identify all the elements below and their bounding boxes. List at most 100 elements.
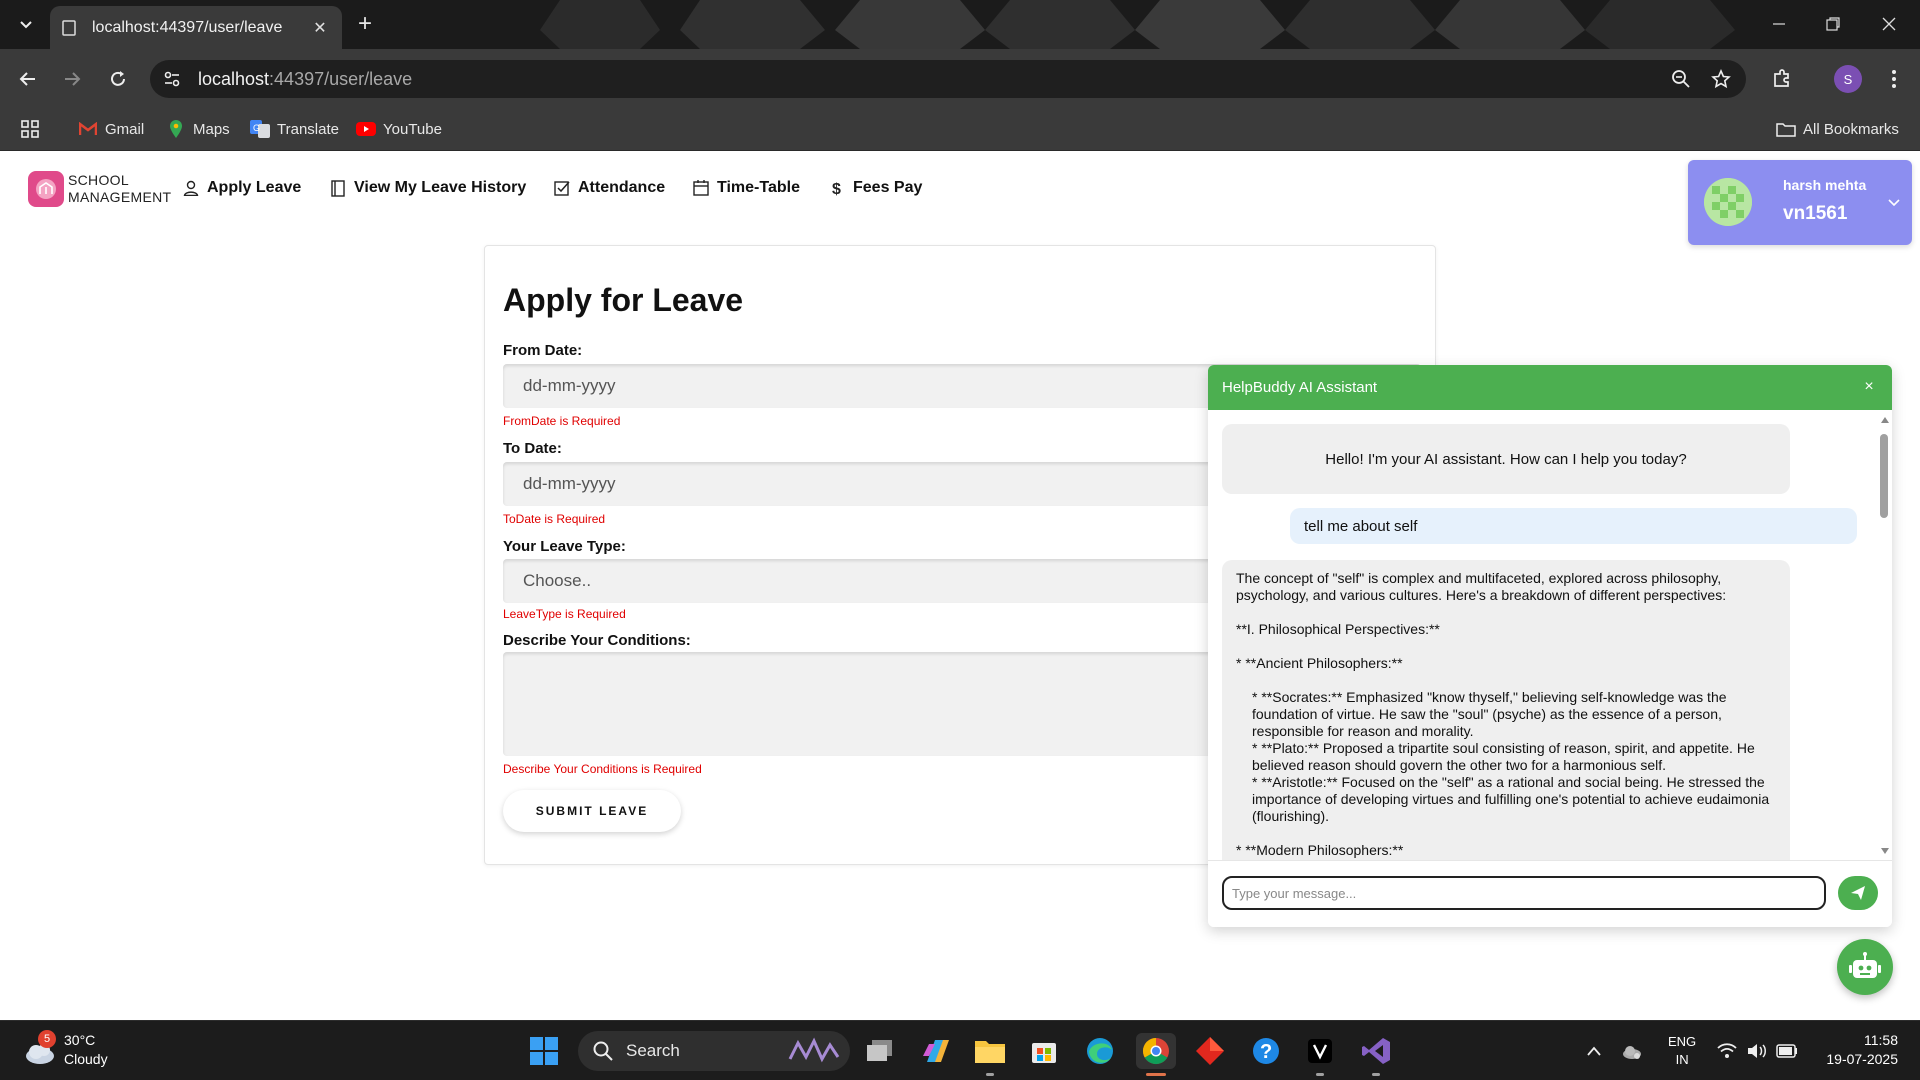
onedrive-cloud-icon[interactable] <box>1618 1033 1646 1069</box>
send-icon[interactable] <box>1838 876 1878 910</box>
school-logo-icon[interactable] <box>28 171 64 207</box>
clock-date: 19-07-2025 <box>1826 1051 1898 1067</box>
bot-message-paragraph: * **Socrates:** Emphasized "know thyself… <box>1252 689 1727 739</box>
copilot-icon[interactable] <box>918 1033 954 1069</box>
chat-close-icon[interactable]: × <box>1860 378 1878 396</box>
bookmarks-bar: Gmail Maps G Translate YouTube All Bookm… <box>0 109 1920 151</box>
all-bookmarks-button[interactable]: All Bookmarks <box>1776 115 1899 143</box>
apps-grid-icon[interactable] <box>20 115 40 143</box>
dollar-icon: $ <box>828 179 846 197</box>
svg-text:$: $ <box>832 181 841 197</box>
back-arrow-icon[interactable] <box>14 65 42 93</box>
battery-icon[interactable] <box>1774 1033 1800 1069</box>
nav-time-table[interactable]: Time-Table <box>692 179 800 197</box>
nav-label: Time-Table <box>717 179 800 196</box>
chat-composer: Type your message... <box>1208 860 1892 927</box>
bookmark-label: Maps <box>193 120 230 138</box>
zoom-icon[interactable] <box>1668 66 1694 92</box>
from-date-label: From Date: <box>503 342 583 359</box>
book-icon <box>329 179 347 197</box>
bookmark-youtube[interactable]: YouTube <box>356 115 442 143</box>
active-indicator <box>1146 1073 1166 1076</box>
weather-temp: 30°C <box>64 1032 96 1048</box>
user-name: harsh mehta <box>1783 177 1867 193</box>
region-code: IN <box>1675 1052 1689 1067</box>
user-profile-card[interactable]: harsh mehta vn1561 <box>1688 160 1912 245</box>
bookmark-label: Gmail <box>105 120 145 138</box>
brand-name[interactable]: SCHOOL MANAGEMENT <box>68 172 171 206</box>
chat-header: HelpBuddy AI Assistant × <box>1208 365 1892 410</box>
avatar <box>1704 178 1752 226</box>
tab-search-dropdown-icon[interactable] <box>12 10 40 38</box>
user-message: tell me about self <box>1290 508 1857 544</box>
tray-overflow-icon[interactable] <box>1582 1033 1606 1069</box>
bot-message-paragraph: * **Modern Philosophers:** <box>1236 842 1404 858</box>
nav-attendance[interactable]: Attendance <box>553 179 665 197</box>
bot-message: The concept of "self" is complex and mul… <box>1222 560 1790 860</box>
restore-icon[interactable] <box>1810 10 1856 38</box>
chat-messages[interactable]: Hello! I'm your AI assistant. How can I … <box>1208 410 1892 860</box>
bookmark-label: YouTube <box>383 120 442 138</box>
nav-fees-pay[interactable]: $ Fees Pay <box>828 179 922 197</box>
forward-arrow-icon[interactable] <box>58 65 86 93</box>
task-view-icon[interactable] <box>862 1033 898 1069</box>
nav-leave-history[interactable]: View My Leave History <box>329 179 526 197</box>
bookmark-star-icon[interactable] <box>1708 66 1734 92</box>
file-explorer-icon[interactable] <box>972 1033 1008 1069</box>
chevron-down-icon[interactable] <box>1886 194 1902 210</box>
microsoft-store-icon[interactable] <box>1026 1033 1062 1069</box>
help-icon[interactable]: ? <box>1248 1033 1284 1069</box>
nav-apply-leave[interactable]: Apply Leave <box>182 179 301 197</box>
running-indicator <box>1316 1073 1324 1076</box>
bookmark-translate[interactable]: G Translate <box>250 115 339 143</box>
chrome-icon[interactable] <box>1136 1033 1176 1069</box>
profile-avatar[interactable]: S <box>1834 65 1862 93</box>
address-bar[interactable]: localhost:44397/user/leave <box>150 60 1746 98</box>
bot-message-paragraph: * **Ancient Philosophers:** <box>1236 655 1403 671</box>
edge-icon[interactable] <box>1082 1033 1118 1069</box>
menu-kebab-icon[interactable] <box>1880 65 1908 93</box>
browser-tab-active[interactable]: localhost:44397/user/leave ✕ <box>50 6 342 49</box>
to-date-label: To Date: <box>503 440 562 457</box>
cloud-icon: 5 <box>22 1030 58 1068</box>
conditions-error: Describe Your Conditions is Required <box>503 762 702 776</box>
terminal-app-icon[interactable] <box>1302 1033 1338 1069</box>
url-text: localhost:44397/user/leave <box>198 68 413 89</box>
page-favicon-icon <box>62 19 78 36</box>
weather-widget[interactable]: 5 30°C Cloudy <box>22 1030 108 1069</box>
app-red-diamond-icon[interactable] <box>1192 1033 1228 1069</box>
all-bookmarks-label: All Bookmarks <box>1803 120 1899 138</box>
bookmark-label: Translate <box>277 120 339 138</box>
chat-scrollbar-thumb[interactable] <box>1880 434 1888 518</box>
tab-title: localhost:44397/user/leave <box>92 18 283 36</box>
taskbar-search[interactable]: Search <box>578 1031 850 1071</box>
minimize-icon[interactable] <box>1756 10 1802 38</box>
visual-studio-icon[interactable] <box>1358 1033 1394 1069</box>
bot-message-paragraph: The concept of "self" is complex and mul… <box>1236 570 1727 603</box>
to-date-error: ToDate is Required <box>503 512 606 526</box>
translate-icon: G <box>250 119 270 139</box>
volume-icon[interactable] <box>1744 1033 1770 1069</box>
windows-start-icon[interactable] <box>526 1033 562 1069</box>
submit-leave-button[interactable]: SUBMIT LEAVE <box>503 790 681 832</box>
bookmark-maps[interactable]: Maps <box>166 115 230 143</box>
nav-label: View My Leave History <box>354 179 527 196</box>
chat-message-input[interactable]: Type your message... <box>1222 876 1826 910</box>
new-tab-button[interactable]: + <box>352 12 378 38</box>
clock-time: 11:58 <box>1864 1032 1898 1048</box>
wifi-icon[interactable] <box>1714 1033 1740 1069</box>
taskbar-search-label: Search <box>626 1041 680 1060</box>
reload-icon[interactable] <box>104 65 132 93</box>
youtube-icon <box>356 119 376 139</box>
bot-message-paragraph: * **Aristotle:** Focused on the "self" a… <box>1252 774 1770 824</box>
input-language[interactable]: ENG IN <box>1668 1033 1696 1069</box>
bookmark-gmail[interactable]: Gmail <box>78 115 144 143</box>
site-info-icon[interactable] <box>158 65 186 93</box>
tab-close-icon[interactable]: ✕ <box>310 18 330 38</box>
chatbot-robot-icon[interactable] <box>1837 939 1893 995</box>
extensions-icon[interactable] <box>1768 65 1796 93</box>
system-clock[interactable]: 11:58 19-07-2025 <box>1818 1031 1898 1069</box>
windows-taskbar: 5 30°C Cloudy Search ? ENG IN 11:58 19-0… <box>0 1020 1920 1080</box>
window-close-icon[interactable] <box>1866 10 1912 38</box>
running-indicator <box>986 1073 994 1076</box>
